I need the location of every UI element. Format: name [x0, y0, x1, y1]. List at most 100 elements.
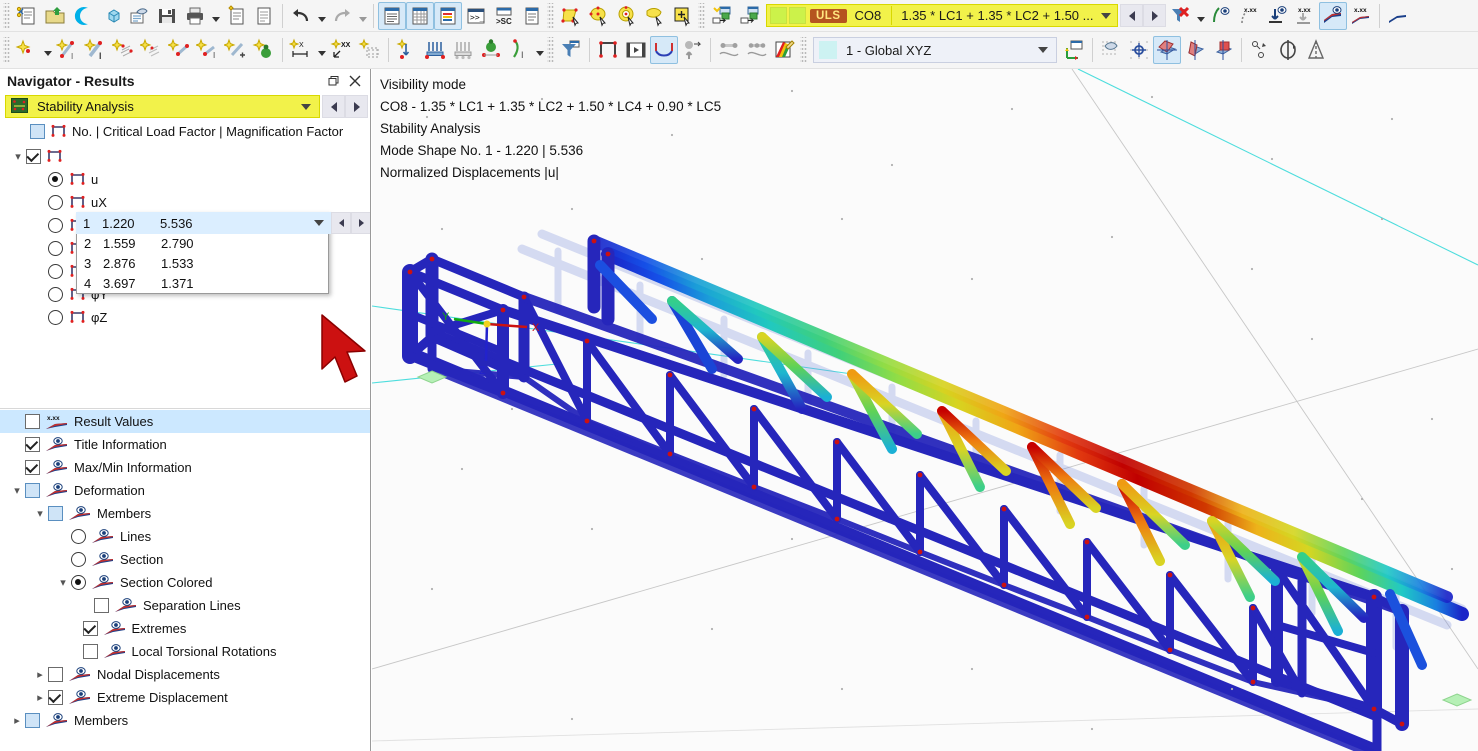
deformation-xxx-icon[interactable]: x.xx [1291, 2, 1319, 30]
select-circle-icon[interactable] [585, 2, 613, 30]
nodal-load-icon[interactable] [393, 36, 421, 64]
tree-item-radio[interactable] [71, 575, 86, 590]
filter-dropdown-arrow[interactable] [1194, 2, 1207, 30]
print-icon[interactable] [181, 2, 209, 30]
next-mode-button[interactable] [351, 212, 370, 234]
undo-icon[interactable] [287, 2, 315, 30]
member-load-icon[interactable] [421, 36, 449, 64]
dimension-dropdown-arrow[interactable] [315, 36, 328, 64]
displacement-option-radio[interactable] [48, 218, 63, 233]
tree-item-checkbox[interactable] [25, 713, 40, 728]
mirror-icon[interactable] [1274, 36, 1302, 64]
previous-analysis-button[interactable] [322, 95, 345, 118]
displacement-option-radio[interactable] [48, 241, 63, 256]
tree-item-checkbox[interactable] [48, 667, 63, 682]
redo-dropdown-arrow[interactable] [356, 2, 369, 30]
tree-item-extremes[interactable]: Extremes [0, 617, 370, 640]
tree-item-radio[interactable] [71, 529, 86, 544]
export-view-icon[interactable] [708, 2, 736, 30]
new-surface-icon[interactable] [110, 36, 138, 64]
filter-icon[interactable] [557, 36, 585, 64]
new-solid-icon[interactable] [138, 36, 166, 64]
coordinate-system-icon[interactable] [1060, 36, 1088, 64]
chevron-down-icon[interactable] [314, 220, 324, 226]
toolbar-grip[interactable] [800, 37, 807, 63]
displacement-option-radio[interactable] [48, 287, 63, 302]
open-folder-icon[interactable] [41, 2, 69, 30]
toolbar-grip[interactable] [547, 3, 554, 29]
analysis-type-combo[interactable]: Stability Analysis [5, 95, 320, 118]
tree-item-checkbox[interactable] [83, 644, 98, 659]
chevron-right-icon[interactable]: ▸ [32, 667, 48, 683]
diagram-extra-icon[interactable] [1384, 2, 1412, 30]
dimension-xx-icon[interactable]: XX [328, 36, 356, 64]
tree-item-checkbox[interactable] [25, 437, 40, 452]
smooth-2-icon[interactable] [743, 36, 771, 64]
mode-shape-selected-row[interactable]: 1 1.220 5.536 [76, 212, 370, 234]
tree-item-title-information[interactable]: Title Information [0, 433, 370, 456]
chevron-down-icon[interactable]: ▾ [10, 149, 26, 165]
chevron-right-icon[interactable]: ▸ [32, 690, 48, 706]
tree-item-checkbox[interactable] [48, 690, 63, 705]
tree-item-checkbox[interactable] [94, 598, 109, 613]
next-analysis-button[interactable] [345, 95, 368, 118]
previous-mode-button[interactable] [331, 212, 351, 234]
tree-item-checkbox[interactable] [25, 460, 40, 475]
tree-item-lines[interactable]: Lines [0, 525, 370, 548]
new-line-support-icon[interactable] [166, 36, 194, 64]
work-plane-xy-icon[interactable] [1153, 36, 1181, 64]
new-member-hinge-icon[interactable] [222, 36, 250, 64]
symmetry-icon[interactable] [1302, 36, 1330, 64]
diagram-eye-icon[interactable] [1319, 2, 1347, 30]
deformation-diagram-icon[interactable] [650, 36, 678, 64]
document-icon[interactable] [250, 2, 278, 30]
new-line-icon[interactable]: I [54, 36, 82, 64]
displacement-option-row[interactable]: uX [0, 191, 370, 214]
tree-item-local-torsional-rotations[interactable]: Local Torsional Rotations [0, 640, 370, 663]
print-dropdown-arrow[interactable] [209, 2, 222, 30]
new-load-icon[interactable] [250, 36, 278, 64]
save-icon[interactable] [153, 2, 181, 30]
select-ring-icon[interactable] [613, 2, 641, 30]
select-rectangle-icon[interactable] [557, 2, 585, 30]
mode-shape-option[interactable]: 43.6971.371 [77, 273, 328, 293]
dimension-x-icon[interactable]: X [287, 36, 315, 64]
tree-item-members[interactable]: ▸Members [0, 709, 370, 732]
diagram-xxx-icon[interactable]: x.xx [1347, 2, 1375, 30]
import-view-icon[interactable] [736, 2, 764, 30]
tree-item-result-values[interactable]: x.xxResult Values [0, 410, 370, 433]
new-member-icon[interactable]: I [82, 36, 110, 64]
close-model-icon[interactable] [69, 2, 97, 30]
deformation-eye-icon[interactable] [1263, 2, 1291, 30]
load-case-combo[interactable]: ULS CO8 1.35 * LC1 + 1.35 * LC2 + 1.50 .… [766, 4, 1118, 27]
model-3d-view[interactable]: X Y Z Visibility modeCO8 - 1.35 * LC1 + … [372, 69, 1478, 751]
close-icon[interactable] [344, 71, 366, 91]
rotate-object-icon[interactable] [1246, 36, 1274, 64]
tree-item-separation-lines[interactable]: Separation Lines [0, 594, 370, 617]
result-values-xxx-icon[interactable]: x.xx [1235, 2, 1263, 30]
printout-report-icon[interactable] [222, 2, 250, 30]
mode-shape-checkbox[interactable] [30, 124, 45, 139]
redo-icon[interactable] [328, 2, 356, 30]
work-plane-yz-icon[interactable] [1181, 36, 1209, 64]
tree-item-checkbox[interactable] [83, 621, 98, 636]
color-edit-icon[interactable] [771, 36, 799, 64]
table-colored-icon[interactable] [434, 2, 462, 30]
table-grid-icon[interactable] [406, 2, 434, 30]
tree-item-nodal-displacements[interactable]: ▸Nodal Displacements [0, 663, 370, 686]
console-icon[interactable]: >>_ [462, 2, 490, 30]
tree-item-extreme-displacement[interactable]: ▸Extreme Displacement [0, 686, 370, 709]
chevron-down-icon[interactable] [301, 104, 311, 110]
restore-window-icon[interactable] [322, 71, 344, 91]
next-load-case-button[interactable] [1143, 4, 1166, 27]
tree-item-checkbox[interactable] [25, 483, 40, 498]
surface-load-icon[interactable] [449, 36, 477, 64]
select-polygon-icon[interactable] [641, 2, 669, 30]
displacement-option-radio[interactable] [48, 264, 63, 279]
smooth-1-icon[interactable] [715, 36, 743, 64]
mode-shape-option[interactable]: 32.8761.533 [77, 253, 328, 273]
tree-item-checkbox[interactable] [48, 506, 63, 521]
chevron-down-icon[interactable]: ▾ [55, 575, 71, 591]
coordinate-system-combo[interactable]: 1 - Global XYZ [813, 37, 1057, 63]
mode-shape-header-row[interactable]: No. | Critical Load Factor | Magnificati… [0, 120, 370, 143]
